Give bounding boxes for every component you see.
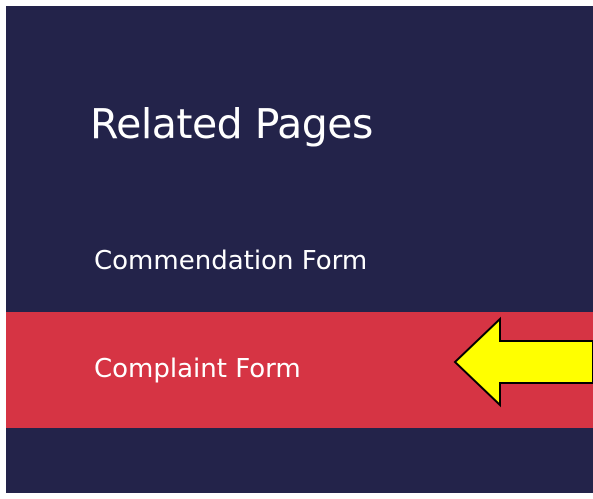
- related-pages-list: Commendation Form Complaint Form: [6, 6, 593, 493]
- commendation-form-link[interactable]: Commendation Form: [6, 232, 593, 292]
- related-pages-panel: Related Pages Commendation Form Complain…: [6, 6, 593, 493]
- left-arrow-icon: [453, 316, 593, 408]
